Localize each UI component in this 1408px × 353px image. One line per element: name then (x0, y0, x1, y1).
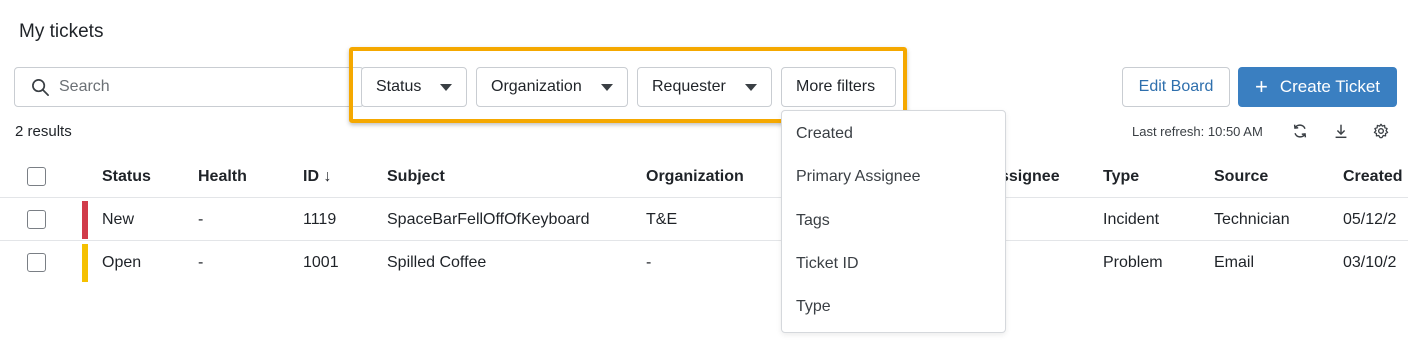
results-count: 2 results (15, 123, 72, 140)
more-filters-menu: Created Primary Assignee Tags Ticket ID … (781, 110, 1006, 333)
cell-type: Incident (1103, 211, 1160, 228)
menu-item-type[interactable]: Type (796, 298, 831, 316)
status-color-bar (82, 201, 88, 239)
edit-board-button[interactable]: Edit Board (1122, 67, 1230, 107)
cell-status: New (102, 211, 135, 228)
column-header-source[interactable]: Source (1214, 168, 1268, 186)
edit-board-label: Edit Board (1138, 78, 1214, 95)
table-row[interactable]: Open - 1001 Spilled Coffee - Problem Ema… (0, 241, 1408, 284)
table-row[interactable]: New - 1119 SpaceBarFellOffOfKeyboard T&E… (0, 198, 1408, 241)
page-title: My tickets (19, 21, 104, 42)
menu-item-primary-assignee[interactable]: Primary Assignee (796, 168, 921, 186)
cell-subject[interactable]: SpaceBarFellOffOfKeyboard (387, 211, 589, 229)
cell-created: 03/10/2 (1343, 254, 1397, 271)
column-header-id[interactable]: ID ↓ (303, 168, 331, 186)
column-header-status[interactable]: Status (102, 168, 151, 186)
row-checkbox[interactable] (27, 253, 46, 272)
create-ticket-label: Create Ticket (1279, 77, 1380, 96)
select-all-checkbox[interactable] (27, 167, 46, 186)
menu-item-ticket-id[interactable]: Ticket ID (796, 255, 859, 273)
column-header-organization[interactable]: Organization (646, 168, 744, 186)
cell-organization: - (646, 254, 652, 271)
column-header-type[interactable]: Type (1103, 168, 1139, 186)
cell-health: - (198, 254, 204, 271)
cell-source: Email (1214, 254, 1255, 271)
cell-organization: T&E (646, 211, 678, 228)
search-icon (32, 78, 49, 96)
cell-type: Problem (1103, 254, 1163, 271)
download-icon[interactable] (1332, 122, 1350, 140)
cell-id: 1119 (303, 211, 337, 228)
status-color-bar (82, 244, 88, 282)
cell-created: 05/12/2 (1343, 211, 1397, 228)
refresh-icon[interactable] (1291, 122, 1309, 140)
cell-status: Open (102, 254, 142, 271)
menu-item-created[interactable]: Created (796, 125, 853, 143)
menu-item-tags[interactable]: Tags (796, 212, 830, 230)
create-ticket-button[interactable]: + Create Ticket (1238, 67, 1397, 107)
search-input[interactable] (59, 78, 319, 96)
table-header: Status Health ID ↓ Subject Organization … (0, 155, 1408, 198)
settings-icon[interactable] (1372, 122, 1390, 140)
cell-source: Technician (1214, 211, 1290, 228)
row-checkbox[interactable] (27, 210, 46, 229)
column-header-subject[interactable]: Subject (387, 168, 445, 186)
cell-subject[interactable]: Spilled Coffee (387, 254, 486, 272)
column-header-assignee[interactable]: ssignee (1000, 168, 1060, 186)
column-header-created[interactable]: Created (1343, 168, 1403, 186)
column-header-health[interactable]: Health (198, 168, 247, 186)
cell-health: - (198, 211, 204, 228)
search-box[interactable] (14, 67, 364, 107)
plus-icon: + (1254, 74, 1268, 99)
last-refresh-text: Last refresh: 10:50 AM (1132, 124, 1263, 139)
cell-id: 1001 (303, 254, 339, 271)
